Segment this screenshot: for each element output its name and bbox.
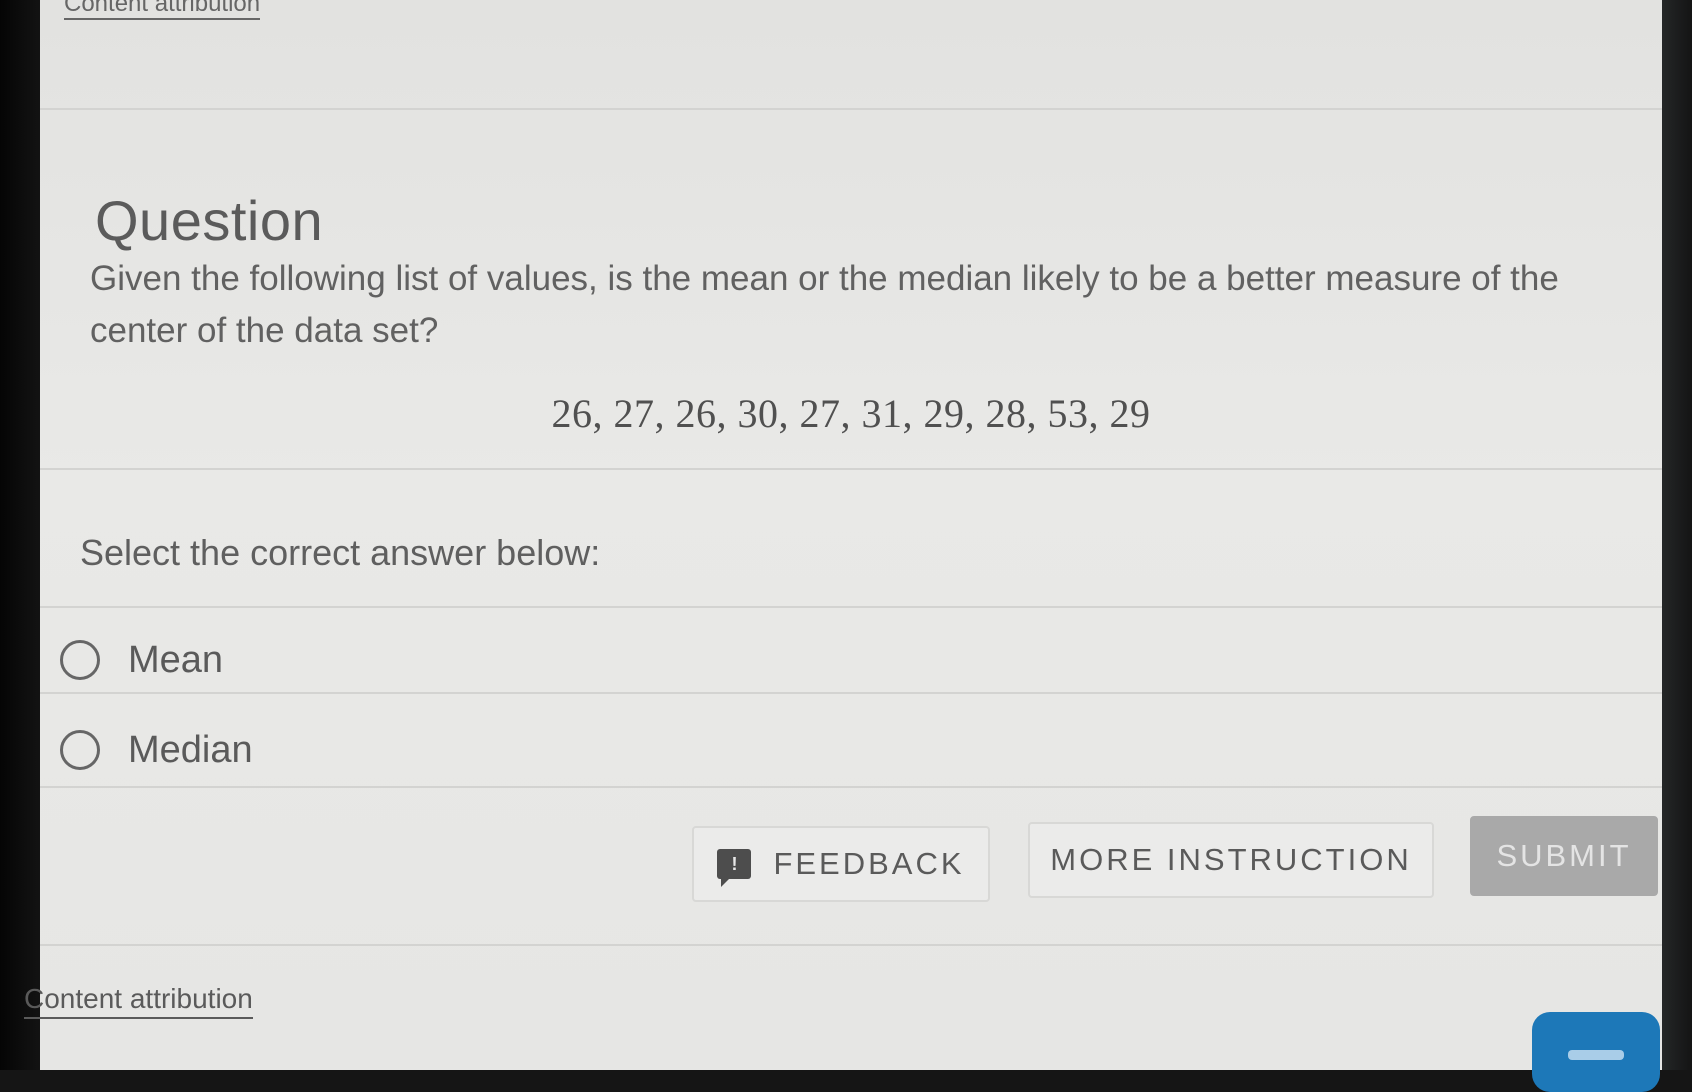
divider <box>40 606 1662 608</box>
question-text: Given the following list of values, is t… <box>90 259 1559 350</box>
data-values: 26, 27, 26, 30, 27, 31, 29, 28, 53, 29 <box>551 391 1151 436</box>
content-attribution-link-bottom[interactable]: Content attribution <box>24 983 253 1019</box>
more-instruction-button[interactable]: MORE INSTRUCTION <box>1028 822 1434 898</box>
submit-button-label: SUBMIT <box>1496 838 1632 873</box>
divider <box>40 786 1662 788</box>
chat-icon <box>1568 1050 1624 1060</box>
question-page: Content attribution Question Given the f… <box>24 0 1662 1092</box>
divider <box>40 944 1662 946</box>
radio-button-mean[interactable] <box>60 640 100 680</box>
speech-bubble-exclamation-icon: ! <box>717 849 752 887</box>
feedback-button[interactable]: ! FEEDBACK <box>692 826 990 902</box>
chat-button[interactable] <box>1532 1012 1660 1092</box>
content-attribution-link-top[interactable]: Content attribution <box>64 0 261 20</box>
answer-option-mean[interactable]: Mean <box>60 618 1662 702</box>
more-instruction-button-label: MORE INSTRUCTION <box>1050 842 1412 877</box>
feedback-button-label: FEEDBACK <box>773 846 965 881</box>
divider <box>40 108 1662 110</box>
answer-option-median[interactable]: Median <box>60 708 1662 792</box>
answer-prompt: Select the correct answer below: <box>80 532 601 573</box>
divider <box>40 468 1662 470</box>
submit-button[interactable]: SUBMIT <box>1470 816 1658 896</box>
question-title: Question <box>95 188 324 252</box>
divider <box>40 692 1662 694</box>
answer-option-label: Median <box>128 728 253 771</box>
radio-button-median[interactable] <box>60 730 100 770</box>
answer-option-label: Mean <box>128 638 224 681</box>
